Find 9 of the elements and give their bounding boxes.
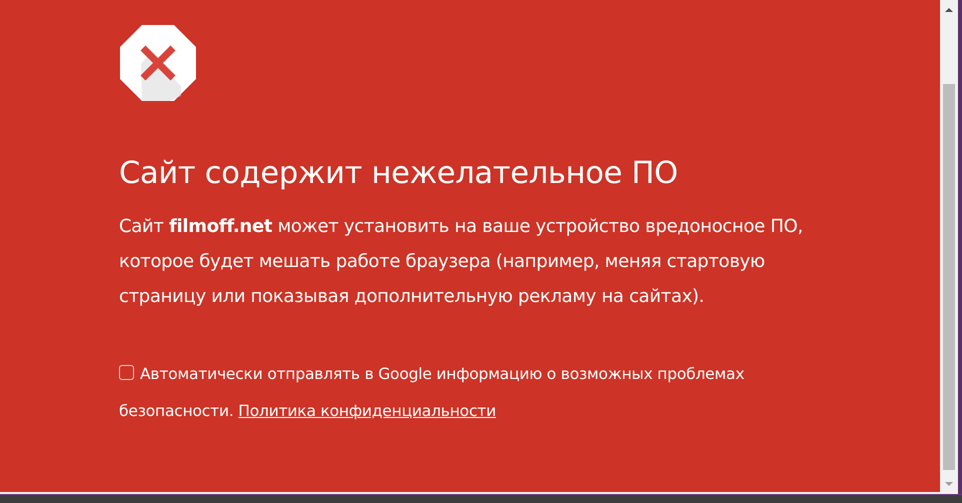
scroll-up-icon[interactable] [944,6,954,14]
blocked-site-icon [119,24,197,102]
scrollbar[interactable] [940,0,958,494]
report-option[interactable]: Автоматически отправлять в Google информацию о возможных проблемах безопасности. Политика конфиденциальности [119,356,839,430]
warning-description: Сайт filmoff.net может установить на ваше устройство вредоносное ПО, которое будет мешать работе браузера (например, меняя стартовую страницу или показывая дополнительную рекламу на сайтах). [119,215,804,309]
privacy-link[interactable]: Политика конфиденциальности [238,402,496,420]
warning-title: Сайт содержит нежелательное ПО [119,156,679,191]
report-checkbox[interactable] [119,365,134,380]
scroll-down-icon[interactable] [944,480,954,488]
